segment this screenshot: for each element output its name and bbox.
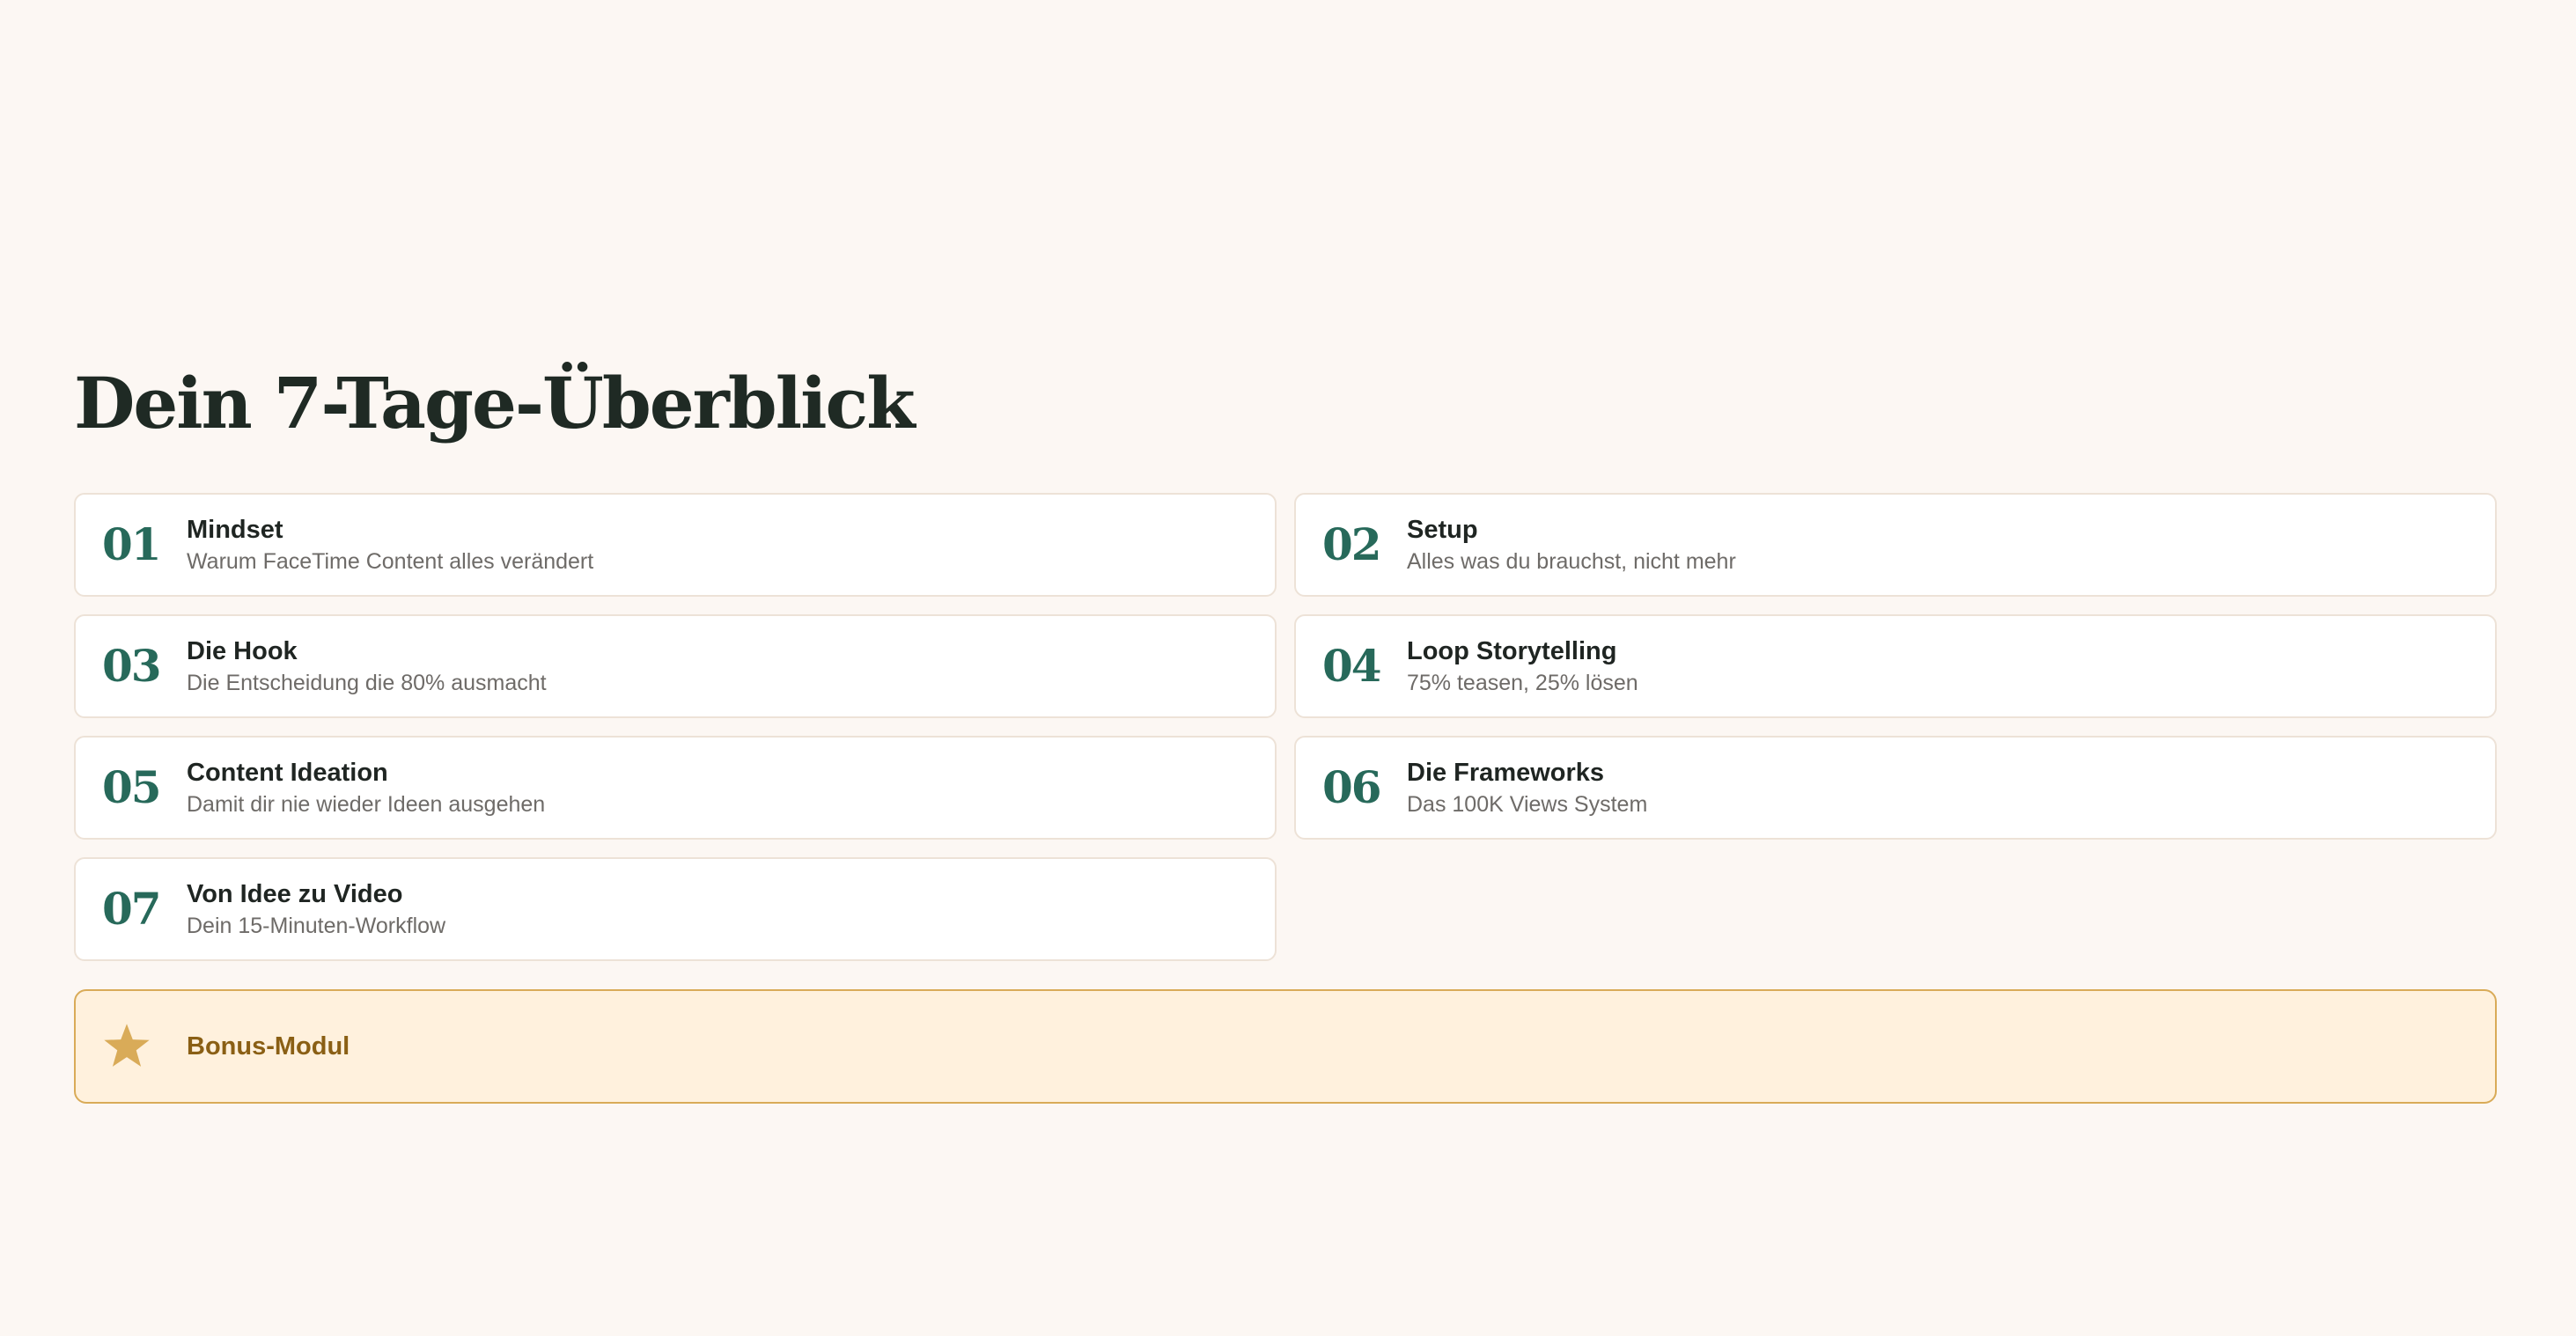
- module-title: Content Ideation: [187, 758, 388, 787]
- module-card-07[interactable]: 07 Von Idee zu Video Dein 15-Minuten-Wor…: [74, 857, 1277, 961]
- module-number: 01: [102, 518, 162, 570]
- module-number: 07: [102, 883, 162, 935]
- module-card-02[interactable]: 02 Setup Alles was du brauchst, nicht me…: [1294, 493, 2497, 597]
- module-card-01[interactable]: 01 Mindset Warum FaceTime Content alles …: [74, 493, 1277, 597]
- module-subtitle: Das 100K Views System: [1407, 791, 1648, 817]
- module-text: Die Frameworks Das 100K Views System: [1407, 757, 1647, 819]
- module-number: 03: [102, 640, 162, 692]
- module-title: Setup: [1407, 515, 1478, 544]
- bonus-module-card[interactable]: Bonus-Modul: [74, 989, 2497, 1104]
- module-number: 06: [1322, 761, 1382, 813]
- module-text: Loop Storytelling 75% teasen, 25% lösen: [1407, 635, 1638, 698]
- module-title: Die Hook: [187, 636, 298, 665]
- star-icon: [102, 1023, 187, 1070]
- module-subtitle: Dein 15-Minuten-Workflow: [187, 913, 446, 938]
- module-number: 05: [102, 761, 162, 813]
- module-card-04[interactable]: 04 Loop Storytelling 75% teasen, 25% lös…: [1294, 614, 2497, 718]
- module-card-03[interactable]: 03 Die Hook Die Entscheidung die 80% aus…: [74, 614, 1277, 718]
- module-text: Setup Alles was du brauchst, nicht mehr: [1407, 514, 1736, 576]
- module-title: Mindset: [187, 515, 283, 544]
- module-subtitle: 75% teasen, 25% lösen: [1407, 670, 1638, 695]
- module-card-05[interactable]: 05 Content Ideation Damit dir nie wieder…: [74, 736, 1277, 840]
- module-title: Die Frameworks: [1407, 758, 1605, 787]
- module-card-06[interactable]: 06 Die Frameworks Das 100K Views System: [1294, 736, 2497, 840]
- module-number: 04: [1322, 640, 1382, 692]
- module-text: Die Hook Die Entscheidung die 80% ausmac…: [187, 635, 547, 698]
- module-number: 02: [1322, 518, 1382, 570]
- module-text: Mindset Warum FaceTime Content alles ver…: [187, 514, 593, 576]
- module-text: Content Ideation Damit dir nie wieder Id…: [187, 757, 545, 819]
- bonus-module-label: Bonus-Modul: [187, 1031, 350, 1061]
- module-text: Von Idee zu Video Dein 15-Minuten-Workfl…: [187, 878, 445, 941]
- page-title: Dein 7-Tage-Überblick: [74, 362, 916, 444]
- module-subtitle: Warum FaceTime Content alles verändert: [187, 548, 594, 574]
- module-subtitle: Alles was du brauchst, nicht mehr: [1407, 548, 1736, 574]
- module-title: Von Idee zu Video: [187, 879, 403, 908]
- module-subtitle: Damit dir nie wieder Ideen ausgehen: [187, 791, 546, 817]
- module-grid: 01 Mindset Warum FaceTime Content alles …: [74, 493, 2497, 961]
- module-subtitle: Die Entscheidung die 80% ausmacht: [187, 670, 547, 695]
- module-title: Loop Storytelling: [1407, 636, 1617, 665]
